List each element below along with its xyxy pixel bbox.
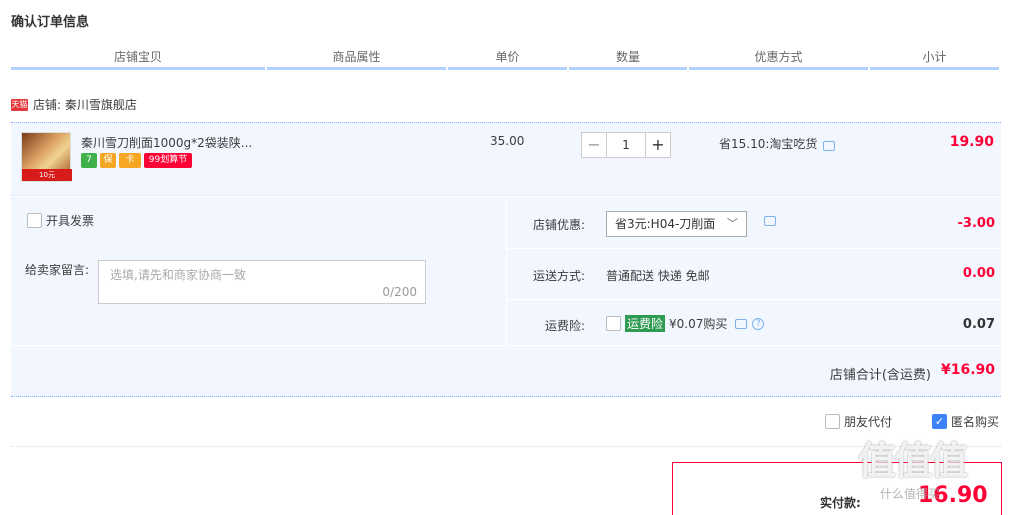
comment-icon[interactable] [823,140,836,151]
store-discount-label: 店铺优惠: [532,218,585,232]
promo-99-icon[interactable]: 99划算节 [144,153,192,168]
quantity-minus-button[interactable]: − [581,132,607,158]
order-item-row: 10元 秦川雪刀削面1000g*2袋装陕... 7 保 卡 99划算节 35.0… [11,122,1001,196]
order-options: 开具发票 给卖家留言: 选填,请先和商家协商一致 0/200 店铺优惠: 省3元… [11,197,1002,397]
page-title: 确认订单信息 [11,15,90,30]
insurance-label: 运费险: [544,319,585,333]
seven-day-return-icon[interactable]: 7 [81,153,97,168]
invoice-checkbox[interactable] [27,213,42,228]
watermark-text: 什么值得买 [880,487,941,501]
insurance-row: 运费险: 运费险 ¥0.07购买 ? 0.07 [507,300,1002,345]
invoice-label: 开具发票 [46,214,95,228]
insurance-price: ¥0.07购买 [669,317,728,331]
store-total-amount: ¥16.90 [940,362,995,378]
product-title[interactable]: 秦川雪刀削面1000g*2袋装陕... [81,134,252,151]
shipping-method: 普通配送 快递 免邮 [606,269,710,283]
column-header-discount: 优惠方式 [689,46,868,70]
comment-icon[interactable] [735,318,748,329]
shipping-label: 运送方式: [532,269,585,283]
help-icon[interactable]: ? [752,317,765,330]
product-image[interactable]: 10元 [21,132,72,182]
anonymous-purchase-option[interactable]: ✓ 匿名购买 [932,413,999,430]
insurance-amount: 0.07 [962,317,995,332]
item-discount-text: 省15.10:淘宝吃货 [719,137,818,151]
memo-char-count: 0/200 [382,285,417,299]
guarantee-icon[interactable]: 保 [100,153,116,168]
chevron-down-icon: ﹀ [727,217,738,230]
payment-label: 实付款: [820,496,861,510]
order-options-left: 开具发票 给卖家留言: 选填,请先和商家协商一致 0/200 [11,197,506,345]
column-header-unit-price: 单价 [448,46,567,70]
item-subtotal: 19.90 [949,134,994,150]
insurance-tag: 运费险 [625,315,666,332]
item-discount: 省15.10:淘宝吃货 [719,135,836,152]
store-total-row: 店铺合计(含运费) ¥16.90 [11,345,1001,397]
order-options-right: 店铺优惠: 省3元:H04-刀削面 ﹀ -3.00 运送方式: 普通配送 快递 … [506,197,1002,345]
insurance-checkbox[interactable] [606,316,621,331]
unit-price: 35.00 [490,134,525,148]
column-header-attributes: 商品属性 [267,46,446,70]
anonymous-purchase-checkbox[interactable]: ✓ [932,414,947,429]
card-payment-icon[interactable]: 卡 [119,153,141,168]
memo-textarea[interactable]: 选填,请先和商家协商一致 0/200 [98,260,426,304]
shipping-amount: 0.00 [962,266,995,281]
store-total-label: 店铺合计(含运费) [829,368,931,383]
product-service-icons: 7 保 卡 99划算节 [81,153,192,168]
store-discount-row: 店铺优惠: 省3元:H04-刀削面 ﹀ -3.00 [507,197,1002,249]
quantity-plus-button[interactable]: + [645,132,671,158]
table-header: 店铺宝贝 商品属性 单价 数量 优惠方式 小计 [11,46,1001,70]
quantity-input[interactable]: 1 [607,132,645,158]
store-discount-value: 省3元:H04-刀削面 [615,217,716,231]
friend-pay-option[interactable]: 朋友代付 [825,413,892,430]
anonymous-purchase-label: 匿名购买 [951,415,1000,429]
product-image-sticker: 10元 [22,169,72,181]
friend-pay-label: 朋友代付 [844,415,893,429]
watermark-logo: 值值值 [858,439,968,483]
divider [11,446,1001,447]
shop-line: 天猫 店铺: 秦川雪旗舰店 [11,96,137,113]
shop-name[interactable]: 店铺: 秦川雪旗舰店 [33,96,137,113]
memo-label: 给卖家留言: [25,263,90,277]
store-discount-select[interactable]: 省3元:H04-刀削面 ﹀ [606,211,747,237]
memo-placeholder: 选填,请先和商家协商一致 [110,268,246,282]
shipping-row: 运送方式: 普通配送 快递 免邮 0.00 [507,249,1002,300]
column-header-shop-item: 店铺宝贝 [11,46,265,70]
quantity-stepper: − 1 + [581,132,671,158]
column-header-quantity: 数量 [569,46,687,70]
invoice-option[interactable]: 开具发票 [27,212,94,229]
friend-pay-checkbox[interactable] [825,414,840,429]
store-discount-amount: -3.00 [957,216,995,231]
insurance-option: 运费险 ¥0.07购买 ? [606,315,765,332]
column-header-subtotal: 小计 [870,46,999,70]
comment-icon[interactable] [764,216,776,226]
tmall-icon: 天猫 [11,98,28,111]
